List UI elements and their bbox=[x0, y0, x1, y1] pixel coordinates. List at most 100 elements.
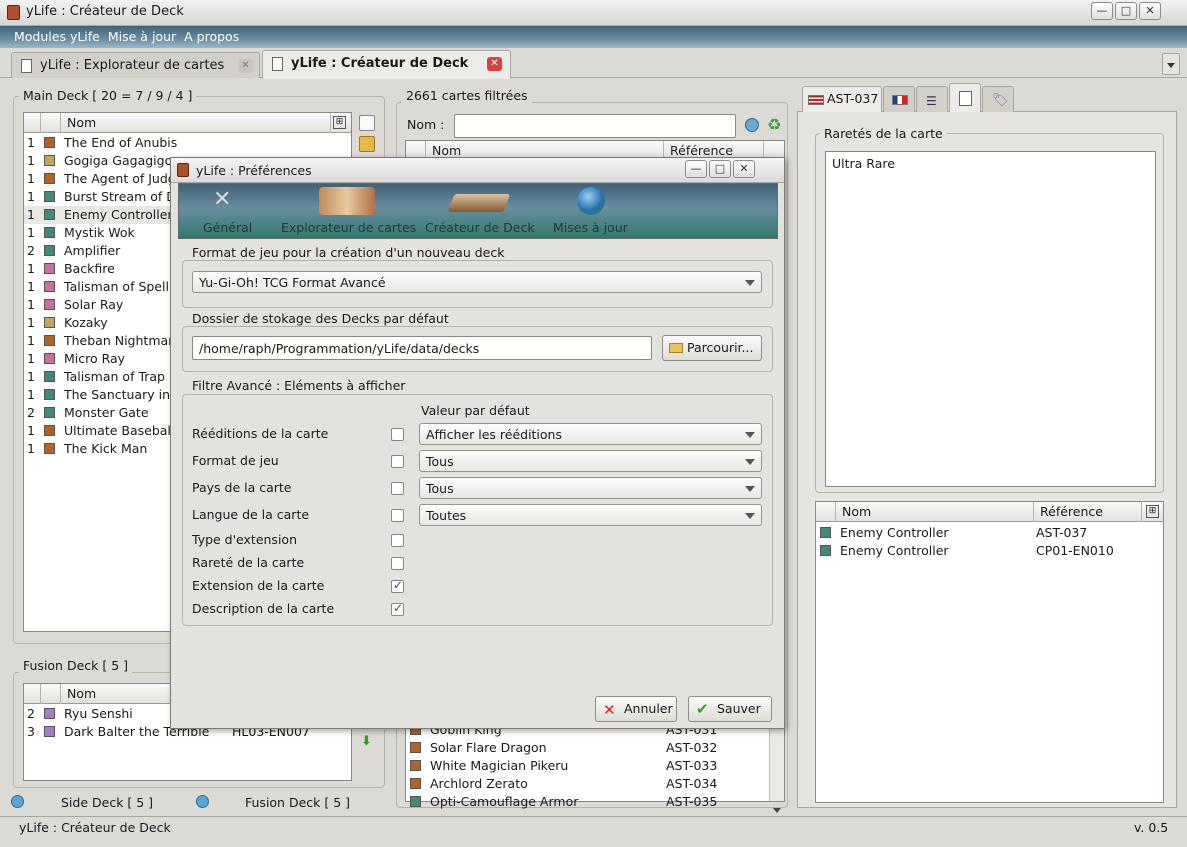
tab-french[interactable] bbox=[883, 86, 915, 112]
tab-explorer[interactable]: yLife : Explorateur de cartes ✕ bbox=[11, 52, 260, 78]
card-qty: 1 bbox=[27, 207, 35, 222]
filter-default-select[interactable]: Toutes bbox=[419, 504, 762, 526]
save-button[interactable]: ✔ Sauver bbox=[688, 696, 772, 722]
open-folder-icon[interactable] bbox=[359, 136, 375, 152]
chevron-down-icon[interactable] bbox=[773, 808, 781, 813]
tab-list[interactable]: ☰ bbox=[916, 86, 948, 112]
filter-checkbox[interactable] bbox=[391, 428, 404, 441]
tag-icon: 🏷 bbox=[992, 93, 1009, 108]
rarity-list[interactable]: Ultra Rare bbox=[825, 151, 1156, 487]
card-qty: 1 bbox=[27, 261, 35, 276]
columns-icon[interactable]: ⊞ bbox=[1146, 505, 1159, 518]
card-qty: 1 bbox=[27, 153, 35, 168]
card-name: Enemy Controller bbox=[840, 525, 949, 540]
menu-modules[interactable]: Modules yLife bbox=[14, 26, 100, 44]
globe-icon[interactable] bbox=[577, 187, 605, 215]
reprints-list[interactable]: Nom Référence ⊞ Enemy Controller AST-037 E… bbox=[815, 501, 1164, 803]
toolbar-deck-builder[interactable]: Créateur de Deck bbox=[425, 220, 535, 235]
cancel-icon: ✕ bbox=[603, 701, 616, 719]
list-item[interactable]: White Magician Pikeru AST-033 bbox=[406, 757, 784, 775]
deck-builder-icon[interactable] bbox=[447, 194, 511, 212]
tabs-dropdown-button[interactable] bbox=[1162, 53, 1180, 75]
card-name: The End of Anubis bbox=[64, 135, 178, 150]
col-name[interactable]: Nom bbox=[836, 502, 1034, 522]
minimize-button[interactable]: — bbox=[1091, 2, 1113, 20]
card-qty: 1 bbox=[27, 189, 35, 204]
col-color[interactable] bbox=[41, 684, 61, 704]
tools-icon[interactable]: ✕ bbox=[213, 187, 243, 215]
folder-path-input[interactable]: /home/raph/Programmation/yLife/data/deck… bbox=[192, 336, 652, 360]
close-button[interactable]: ✕ bbox=[733, 160, 755, 178]
tab-tag[interactable]: 🏷 bbox=[982, 86, 1014, 112]
col-reference[interactable]: Référence bbox=[1034, 502, 1142, 522]
card-name: Archlord Zerato bbox=[430, 776, 528, 791]
filter-checkbox[interactable] bbox=[391, 534, 404, 547]
col-qty[interactable] bbox=[24, 113, 41, 133]
side-deck-button[interactable]: Side Deck [ 5 ] bbox=[61, 795, 153, 810]
minimize-button[interactable]: — bbox=[685, 160, 707, 178]
filter-default-select[interactable]: Tous bbox=[419, 450, 762, 472]
card-name: White Magician Pikeru bbox=[430, 758, 569, 773]
card-type-swatch bbox=[44, 407, 55, 418]
search-icon[interactable] bbox=[745, 118, 759, 132]
tab-deck-builder[interactable]: yLife : Créateur de Deck ✕ bbox=[262, 50, 511, 79]
window-titlebar: yLife : Créateur de Deck — □ ✕ bbox=[0, 0, 1187, 26]
tab-card-ref[interactable]: AST-037 bbox=[802, 86, 882, 112]
col-color[interactable] bbox=[41, 113, 61, 133]
magnifier-icon[interactable] bbox=[11, 795, 24, 808]
toolbar-updates[interactable]: Mises à jour bbox=[553, 220, 628, 235]
list-item[interactable]: Solar Flare Dragon AST-032 bbox=[406, 739, 784, 757]
filter-checkbox[interactable] bbox=[391, 557, 404, 570]
list-item[interactable]: 1 The End of Anubis bbox=[24, 134, 351, 152]
new-deck-icon[interactable] bbox=[359, 115, 375, 131]
main-deck-title: Main Deck [ 20 = 7 / 9 / 4 ] bbox=[19, 88, 197, 103]
card-name: Theban Nightmare bbox=[64, 333, 181, 348]
arrow-down-icon[interactable]: ⬇ bbox=[361, 734, 372, 749]
menu-update[interactable]: Mise à jour bbox=[108, 26, 176, 44]
name-filter-input[interactable] bbox=[454, 114, 736, 138]
browse-label: Parcourir... bbox=[687, 340, 754, 355]
cancel-button[interactable]: ✕ Annuler bbox=[595, 696, 677, 722]
close-button[interactable]: ✕ bbox=[1139, 2, 1161, 20]
fusion-deck-button[interactable]: Fusion Deck [ 5 ] bbox=[245, 795, 350, 810]
browse-button[interactable]: Parcourir... bbox=[662, 335, 762, 361]
rarity-value: Ultra Rare bbox=[832, 156, 895, 171]
card-type-swatch bbox=[44, 137, 55, 148]
card-qty: 1 bbox=[27, 171, 35, 186]
filter-checkbox[interactable] bbox=[391, 482, 404, 495]
col-qty[interactable] bbox=[24, 684, 41, 704]
col-color[interactable] bbox=[816, 502, 836, 522]
filter-checkbox[interactable] bbox=[391, 601, 404, 616]
card-type-swatch bbox=[44, 371, 55, 382]
close-icon[interactable]: ✕ bbox=[238, 59, 253, 73]
menu-about[interactable]: A propos bbox=[184, 26, 239, 44]
maximize-button[interactable]: □ bbox=[709, 160, 731, 178]
filter-checkbox[interactable] bbox=[391, 578, 404, 593]
card-name: The Kick Man bbox=[64, 441, 148, 456]
filter-default-select[interactable]: Afficher les rééditions bbox=[419, 423, 762, 445]
list-item[interactable]: Archlord Zerato AST-034 bbox=[406, 775, 784, 793]
filter-label: Format de jeu bbox=[192, 453, 279, 468]
recycle-icon[interactable]: ♻ bbox=[767, 115, 781, 134]
filter-checkbox[interactable] bbox=[391, 509, 404, 522]
format-select[interactable]: Yu-Gi-Oh! TCG Format Avancé bbox=[192, 271, 762, 293]
tab-book[interactable] bbox=[949, 83, 981, 112]
list-item[interactable]: Enemy Controller AST-037 bbox=[816, 524, 1163, 542]
card-ref: AST-033 bbox=[666, 758, 718, 773]
toolbar-card-explorer[interactable]: Explorateur de cartes bbox=[281, 220, 416, 235]
magnifier-icon[interactable] bbox=[196, 795, 209, 808]
list-item[interactable]: Enemy Controller CP01-EN010 bbox=[816, 542, 1163, 560]
maximize-button[interactable]: □ bbox=[1115, 2, 1137, 20]
card-type-swatch bbox=[44, 281, 55, 292]
card-type-swatch bbox=[44, 155, 55, 166]
col-name[interactable]: Nom bbox=[61, 113, 331, 133]
toolbar-general[interactable]: Général bbox=[203, 220, 252, 235]
filter-default-select[interactable]: Tous bbox=[419, 477, 762, 499]
list-item[interactable]: Opti-Camouflage Armor AST-035 bbox=[406, 793, 784, 811]
cards-explorer-icon[interactable] bbox=[319, 187, 375, 215]
card-name: Solar Flare Dragon bbox=[430, 740, 547, 755]
card-type-swatch bbox=[44, 726, 55, 737]
columns-icon[interactable]: ⊞ bbox=[333, 116, 346, 129]
filter-checkbox[interactable] bbox=[391, 455, 404, 468]
close-icon[interactable]: ✕ bbox=[487, 57, 502, 71]
